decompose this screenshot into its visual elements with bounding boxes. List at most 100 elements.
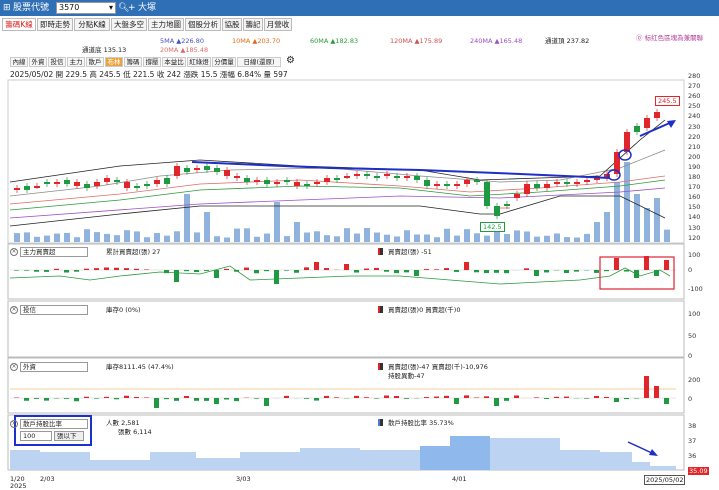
candle [564, 182, 570, 184]
buysell-bar [134, 269, 139, 270]
volume-bar [514, 230, 520, 242]
axis-tick: 100 [688, 251, 700, 259]
candle [294, 182, 300, 186]
buysell-bar [634, 270, 639, 278]
cum-buysell-label: 累計買賣超(張) 27 [106, 248, 160, 256]
foreign-bar [284, 396, 289, 398]
foreign-bar [594, 396, 599, 398]
volume-bar [294, 222, 300, 242]
buysell-bar [614, 258, 619, 270]
volume-bar [84, 229, 90, 242]
volume-bar [374, 233, 380, 242]
indicator-select-trust[interactable]: 投信 [20, 305, 88, 315]
axis-tick: 200 [688, 376, 700, 384]
candle [334, 178, 340, 180]
buysell-bar [474, 270, 479, 272]
candle [154, 180, 160, 184]
low-price-label: 142.5 [480, 222, 505, 232]
qty-operator[interactable]: 張以下 [54, 431, 84, 441]
candle [194, 168, 200, 170]
buysell-bar [114, 268, 119, 270]
price-tick: 140 [688, 213, 700, 221]
volume-bar [404, 230, 410, 242]
axis-tick: 38 [688, 422, 696, 430]
candle [64, 180, 70, 184]
price-tick: 260 [688, 92, 700, 100]
volume-bar [224, 237, 230, 242]
qty-select[interactable]: 100 [20, 431, 52, 441]
candle [114, 180, 120, 182]
foreign-bar [534, 397, 539, 398]
high-price-label: 245.5 [655, 96, 680, 106]
candle [254, 180, 260, 182]
buysell-bar [284, 270, 289, 271]
price-tick: 250 [688, 102, 700, 110]
foreign-bar [74, 398, 79, 401]
volume-bar [654, 198, 660, 242]
last-value-label: 35.09 [688, 467, 709, 475]
foreign-bar [494, 398, 499, 406]
buysell-bar [204, 270, 209, 271]
buysell-bar [14, 270, 19, 271]
close-icon[interactable]: × [10, 363, 18, 371]
candle [504, 204, 510, 206]
foreign-bar [334, 397, 339, 398]
foreign-bar [184, 396, 189, 398]
axis-tick: 0 [688, 395, 692, 403]
candle [84, 184, 90, 188]
close-icon[interactable]: × [10, 420, 18, 428]
buysell-bar [124, 268, 129, 270]
candle [634, 126, 640, 132]
moving-average-line [10, 188, 665, 218]
volume-bar [644, 208, 650, 242]
foreign-bar [64, 398, 69, 399]
volume-bar [584, 234, 590, 242]
candle [214, 168, 220, 172]
indicator-select-foreign[interactable]: 外資 [20, 362, 88, 372]
axis-tick: 37 [688, 437, 696, 445]
candle [124, 182, 130, 188]
buysell-bar [494, 270, 499, 273]
candle [184, 168, 190, 172]
foreign-change-label: 持股異動-47 [388, 372, 425, 380]
volume-bar [254, 237, 260, 242]
foreign-inventory-label: 庫存8111.45 (47.4%) [106, 363, 174, 371]
volume-bar [124, 230, 130, 242]
volume-bar [424, 234, 430, 242]
candle [244, 178, 250, 182]
volume-bar [264, 234, 270, 242]
volume-bar [144, 237, 150, 242]
foreign-bar [364, 397, 369, 398]
volume-bar [494, 232, 500, 242]
volume-bar [434, 237, 440, 242]
close-icon[interactable]: × [10, 248, 18, 256]
foreign-bar [474, 397, 479, 398]
volume-bar [634, 194, 640, 242]
buysell-bar [404, 270, 409, 272]
foreign-bar [504, 398, 509, 401]
trust-inventory-label: 庫存0 (0%) [106, 306, 141, 314]
buysell-bar [374, 268, 379, 270]
candle [314, 182, 320, 184]
close-icon[interactable]: × [10, 306, 18, 314]
foreign-bar [444, 396, 449, 398]
buysell-bar [414, 270, 419, 276]
candle [354, 174, 360, 176]
volume-bar [564, 237, 570, 242]
foreign-bar [84, 397, 89, 398]
volume-bar [344, 228, 350, 242]
candle [374, 176, 380, 178]
buysell-bar [344, 264, 349, 270]
date-label: 4/01 [452, 475, 467, 483]
buysell-bar [164, 270, 169, 273]
volume-bar [44, 236, 50, 242]
foreign-bar [604, 397, 609, 398]
volume-bar [24, 232, 30, 242]
price-tick: 150 [688, 203, 700, 211]
candle [234, 176, 240, 178]
indicator-select-main[interactable]: 主力買賣超 [20, 247, 88, 257]
indicator-select-holders[interactable]: 散戶持股比率 [20, 419, 88, 429]
buysell-bar [564, 270, 569, 273]
foreign-bar [134, 397, 139, 398]
foreign-bar [584, 398, 589, 399]
